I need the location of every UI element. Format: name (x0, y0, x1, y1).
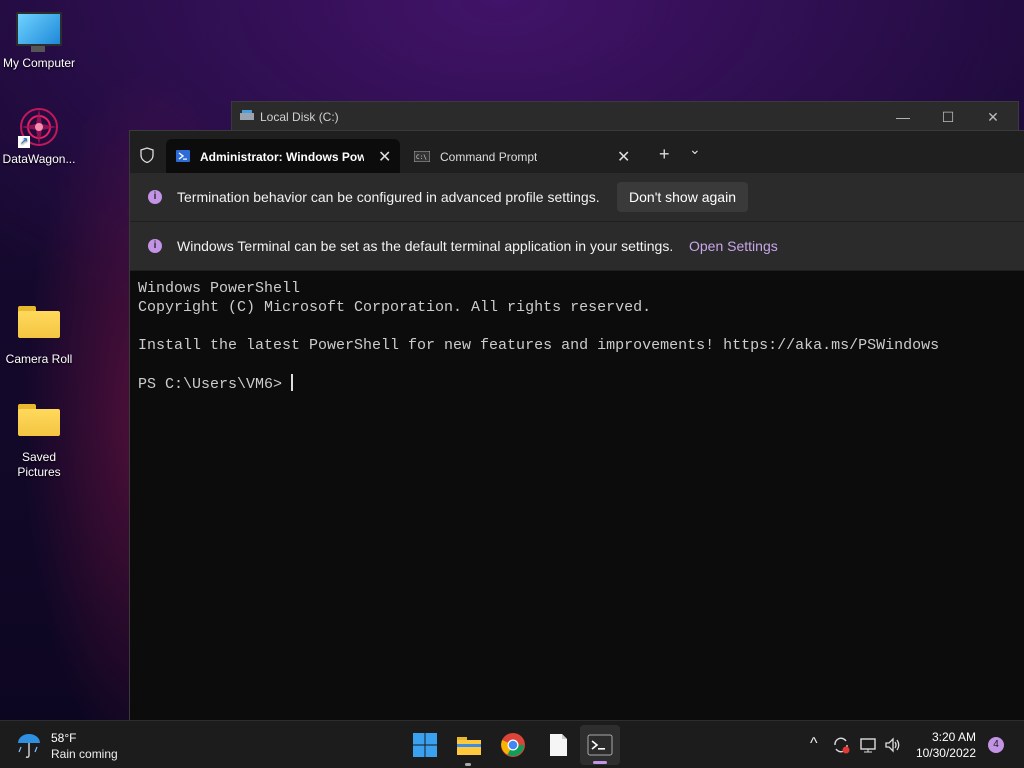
tab-label: Command Prompt (440, 150, 538, 164)
folder-icon (18, 306, 60, 338)
folder-icon (18, 404, 60, 436)
weather-temp: 58°F (51, 731, 77, 745)
show-hidden-icons-button[interactable]: ^ (810, 735, 818, 753)
computer-icon (16, 12, 62, 52)
datawagon-icon: ↗ (18, 106, 60, 148)
info-icon: i (148, 190, 162, 204)
notepad-icon[interactable] (545, 732, 571, 758)
desktop-icon-label: My Computer (2, 56, 76, 70)
info-icon: i (148, 239, 162, 253)
desktop-icon-my-computer[interactable]: My Computer (0, 12, 78, 71)
desktop-icon-saved-pictures[interactable]: Saved Pictures (0, 404, 78, 480)
desktop-icon-label: DataWagon... (2, 152, 76, 166)
active-indicator (593, 761, 607, 764)
desktop-icon-label: Camera Roll (5, 352, 73, 366)
new-tab-button[interactable]: + (659, 144, 670, 165)
svg-text:C:\: C:\ (416, 154, 427, 161)
terminal-icon (587, 734, 613, 756)
maximize-button[interactable]: ☐ (925, 102, 971, 132)
close-button[interactable]: ✕ (970, 102, 1016, 132)
sync-icon[interactable] (832, 736, 850, 754)
weather-condition: Rain coming (51, 747, 118, 761)
powershell-icon (176, 150, 190, 162)
shield-icon (140, 147, 154, 163)
console-line: Windows PowerShell (138, 280, 301, 297)
running-indicator (465, 763, 471, 766)
text-cursor (291, 374, 294, 391)
minimize-button[interactable]: — (880, 102, 926, 132)
desktop-icon-datawagon[interactable]: ↗ DataWagon... (0, 106, 78, 167)
console-line: Install the latest PowerShell for new fe… (138, 337, 940, 354)
taskbar: 58°F Rain coming ^ 3:20 AM 10/30/2022 4 (0, 720, 1024, 768)
cmd-icon: C:\ (414, 151, 430, 162)
infobar-default-terminal: i Windows Terminal can be set as the def… (130, 222, 1024, 271)
notification-badge[interactable]: 4 (988, 737, 1004, 753)
shortcut-arrow-icon: ↗ (18, 136, 30, 148)
tab-label: Administrator: Windows PowerShell (200, 150, 364, 164)
clock[interactable]: 3:20 AM 10/30/2022 (916, 729, 976, 761)
infobar-termination: i Termination behavior can be configured… (130, 173, 1024, 222)
prompt-line: PS C:\Users\VM6> (138, 374, 939, 394)
volume-icon[interactable] (884, 736, 902, 754)
chrome-icon[interactable] (500, 732, 526, 758)
tab-bar: Administrator: Windows PowerShell ✕ C:\ … (130, 131, 1024, 173)
close-tab-icon[interactable]: ✕ (378, 147, 391, 167)
drive-icon (240, 110, 254, 120)
network-icon[interactable] (859, 736, 877, 754)
file-explorer-icon[interactable] (456, 732, 482, 758)
clock-time: 3:20 AM (931, 730, 976, 744)
start-icon[interactable] (412, 732, 438, 758)
infobar-message: Termination behavior can be configured i… (177, 189, 600, 205)
console-output[interactable]: Windows PowerShell Copyright (C) Microsof… (138, 279, 939, 394)
desktop-icon-camera-roll[interactable]: Camera Roll (0, 306, 78, 367)
dont-show-again-button[interactable]: Don't show again (617, 182, 748, 212)
window-title: Local Disk (C:) (260, 110, 339, 124)
clock-date: 10/30/2022 (915, 746, 976, 760)
tab-command-prompt[interactable]: C:\ Command Prompt ✕ (406, 139, 636, 173)
tab-dropdown-button[interactable]: ⌄ (689, 141, 701, 158)
tab-powershell[interactable]: Administrator: Windows PowerShell ✕ (166, 139, 400, 173)
close-tab-icon[interactable]: ✕ (617, 147, 630, 167)
rain-icon (18, 734, 40, 758)
console-line: Copyright (C) Microsoft Corporation. All… (138, 299, 652, 316)
open-settings-link[interactable]: Open Settings (689, 238, 778, 254)
terminal-window[interactable]: Administrator: Windows PowerShell ✕ C:\ … (129, 130, 1024, 721)
explorer-window[interactable]: Local Disk (C:) — ☐ ✕ (231, 101, 1019, 133)
prompt: PS C:\Users\VM6> (138, 376, 292, 393)
terminal-taskbar-button[interactable] (580, 725, 620, 765)
infobar-message: Windows Terminal can be set as the defau… (177, 238, 674, 254)
desktop-icon-label: Saved Pictures (17, 450, 61, 479)
